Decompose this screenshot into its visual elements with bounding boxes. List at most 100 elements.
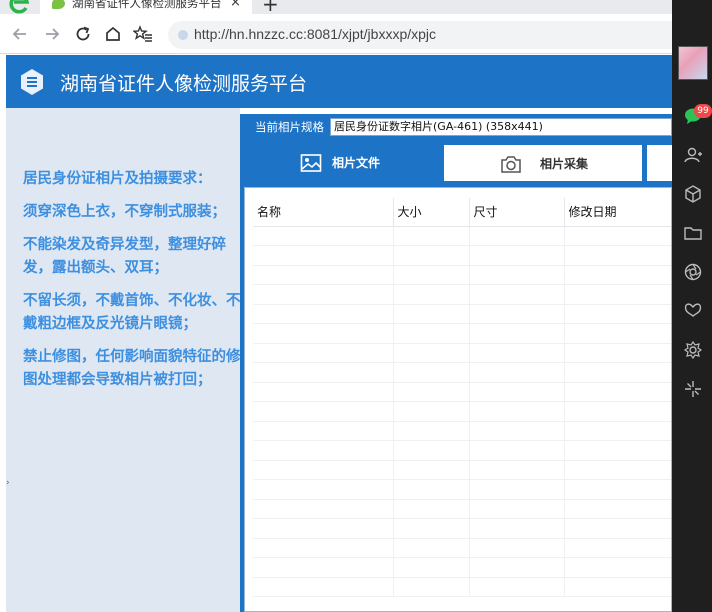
upload-panel: 当前相片规格 居民身份证数字相片(GA-461) (358x441) 相片文件 … [240, 108, 672, 612]
table-cell [393, 284, 470, 305]
table-cell [564, 518, 671, 539]
contacts-icon[interactable] [683, 145, 703, 165]
leaf-favicon-icon [52, 0, 65, 9]
url-text[interactable]: http://hn.hnzzc.cc:8081/xjpt/jbxxxp/xpjc [194, 26, 436, 42]
avatar[interactable] [678, 46, 708, 80]
tab-photo-file[interactable]: 相片文件 [240, 144, 440, 182]
table-cell [469, 518, 565, 539]
tab-photo-capture[interactable]: 相片采集 [443, 144, 643, 182]
table-row [253, 401, 671, 422]
table-cell [253, 362, 394, 383]
browser-tabstrip: 湖南省证件人像检测服务平台 × + [0, 0, 672, 14]
tab-photo-capture-label: 相片采集 [540, 157, 589, 171]
table-cell [393, 499, 470, 519]
address-bar[interactable]: http://hn.hnzzc.cc:8081/xjpt/jbxxxp/xpjc [168, 21, 672, 49]
table-cell [393, 557, 470, 578]
back-arrow-icon[interactable] [10, 24, 30, 44]
table-cell [393, 577, 470, 597]
file-table: 名称 大小 尺寸 修改日期 [253, 198, 671, 597]
table-row [253, 440, 671, 461]
gear-flower-icon[interactable] [683, 340, 703, 360]
table-cell [393, 343, 470, 363]
table-cell [253, 440, 394, 461]
table-row [253, 538, 671, 558]
requirement-line: 不能染发及奇异发型，整理好碎 [23, 237, 226, 253]
aperture-icon[interactable] [683, 262, 703, 282]
table-cell [393, 479, 470, 500]
column-size[interactable]: 大小 [393, 198, 470, 227]
requirement-item: 须穿深色上衣，不穿制式服装； [23, 201, 240, 224]
table-cell [564, 245, 671, 266]
photo-requirements: 居民身份证相片及拍摄要求： 须穿深色上衣，不穿制式服装； 不能染发及奇异发型，整理好… [23, 168, 240, 402]
spec-label: 当前相片规格 [255, 120, 324, 134]
photo-tab-area: 相片文件 相片采集 名称 大小 尺寸 修改日期 [240, 140, 672, 612]
table-cell [469, 401, 565, 422]
table-cell [253, 284, 394, 305]
table-cell [393, 323, 470, 344]
collapse-handle-icon[interactable]: › [6, 478, 10, 488]
forward-arrow-icon[interactable] [42, 24, 62, 44]
table-cell [253, 343, 394, 363]
table-cell [469, 538, 565, 558]
table-cell [469, 577, 565, 597]
browser-tab[interactable]: 湖南省证件人像检测服务平台 × [40, 0, 252, 14]
table-cell [564, 557, 671, 578]
table-cell [469, 557, 565, 578]
table-cell [253, 304, 394, 324]
platform-logo-icon [21, 69, 43, 95]
table-row [253, 518, 671, 539]
table-row [253, 499, 671, 519]
table-row [253, 421, 671, 441]
table-cell [393, 265, 470, 285]
table-cell [564, 382, 671, 402]
tab-more[interactable] [646, 144, 672, 182]
table-cell [564, 304, 671, 324]
spec-select[interactable]: 居民身份证数字相片(GA-461) (358x441) [330, 118, 672, 136]
spec-bar: 当前相片规格 居民身份证数字相片(GA-461) (358x441) [240, 114, 672, 140]
image-icon [300, 154, 322, 172]
site-info-icon[interactable] [178, 30, 188, 40]
folder-icon[interactable] [683, 223, 703, 243]
table-cell [253, 401, 394, 422]
tab-close-button[interactable]: × [230, 0, 241, 10]
reload-icon[interactable] [73, 24, 93, 44]
table-cell [564, 479, 671, 500]
table-cell [564, 226, 671, 246]
new-tab-button[interactable]: + [262, 0, 279, 14]
cube-icon[interactable] [683, 184, 703, 204]
table-cell [564, 499, 671, 519]
table-cell [469, 284, 565, 305]
browser-logo-icon [9, 0, 30, 14]
table-cell [253, 479, 394, 500]
table-cell [253, 226, 394, 246]
table-cell [564, 265, 671, 285]
butterfly-icon[interactable] [683, 301, 703, 321]
bookmark-star-icon[interactable] [133, 24, 153, 44]
table-cell [393, 304, 470, 324]
table-row [253, 304, 671, 324]
column-dimensions[interactable]: 尺寸 [469, 198, 565, 227]
column-name[interactable]: 名称 [253, 198, 394, 227]
browser-toolbar: http://hn.hnzzc.cc:8081/xjpt/jbxxxp/xpjc [0, 14, 672, 54]
page-title: 湖南省证件人像检测服务平台 [60, 73, 308, 95]
table-cell [393, 538, 470, 558]
table-cell [469, 304, 565, 324]
table-cell [469, 323, 565, 344]
requirement-line: 发，露出额头、双耳； [23, 260, 168, 276]
requirement-line: 禁止修图，任何影响面貌特征的修 [23, 349, 240, 365]
table-cell [564, 440, 671, 461]
table-cell [393, 245, 470, 266]
table-cell [253, 460, 394, 480]
table-cell [469, 265, 565, 285]
table-row [253, 265, 671, 285]
page-content: 湖南省证件人像检测服务平台 居民身份证相片及拍摄要求： 须穿深色上衣，不穿制式服装… [0, 55, 672, 612]
home-icon[interactable] [103, 24, 123, 44]
column-modified-date[interactable]: 修改日期 [564, 198, 671, 227]
table-cell [469, 440, 565, 461]
table-cell [564, 460, 671, 480]
table-cell [469, 343, 565, 363]
requirement-line: 居民身份证相片及拍摄要求： [23, 171, 212, 187]
table-cell [253, 518, 394, 539]
sparkle-icon[interactable] [683, 379, 703, 399]
table-cell [469, 479, 565, 500]
